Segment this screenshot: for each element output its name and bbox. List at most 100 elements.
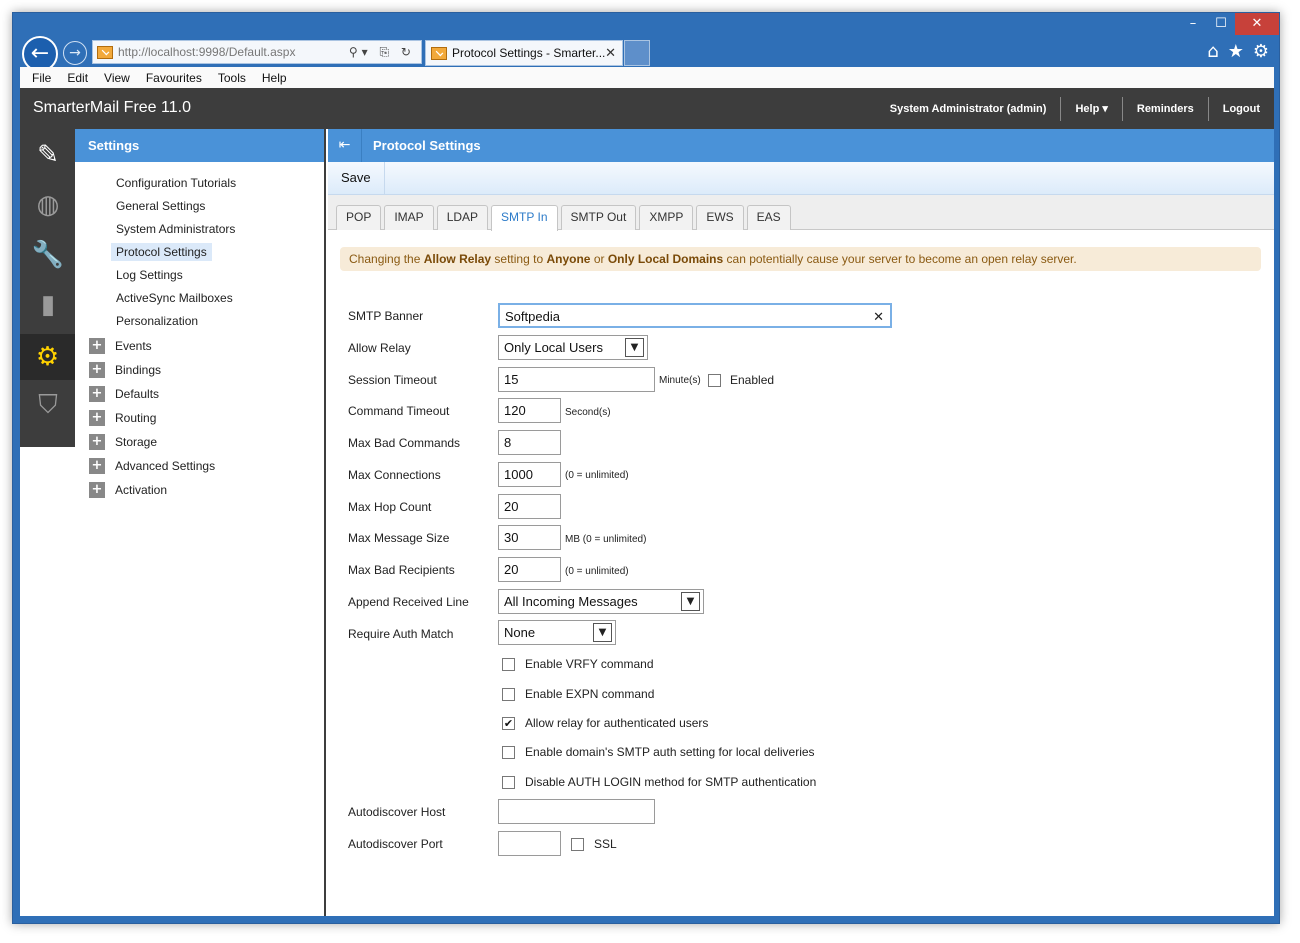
minimize-button[interactable]: – — [1179, 13, 1207, 35]
sidebar-group-activation[interactable]: + Activation — [75, 478, 324, 502]
sidebar-item-system-administrators[interactable]: System Administrators — [75, 219, 324, 242]
expand-plus-icon[interactable]: + — [89, 386, 105, 402]
sidebar-item-label: ActiveSync Mailboxes — [116, 291, 233, 305]
disable-auth-login-checkbox[interactable] — [502, 776, 515, 789]
tab-ews[interactable]: EWS — [696, 205, 744, 230]
sidebar-group-defaults[interactable]: + Defaults — [75, 382, 324, 406]
menu-favourites[interactable]: Favourites — [138, 71, 210, 85]
tab-pop[interactable]: POP — [336, 205, 382, 230]
allow-relay-select[interactable]: Only Local Users ▼ — [498, 335, 648, 360]
sidebar-item-personalization[interactable]: Personalization — [75, 311, 324, 334]
menu-file[interactable]: File — [24, 71, 59, 85]
sidebar-group-routing[interactable]: + Routing — [75, 406, 324, 430]
expn-label: Enable EXPN command — [525, 687, 655, 701]
autodiscover-port-input[interactable] — [498, 831, 561, 856]
address-bar[interactable]: http://localhost:9998/Default.aspx ⚲▾ ⎘ … — [92, 40, 422, 64]
settings-sidebar: Settings Configuration Tutorials General… — [75, 129, 326, 916]
require-auth-match-select[interactable]: None ▼ — [498, 620, 616, 645]
reminders-link[interactable]: Reminders — [1121, 96, 1208, 121]
menu-tools[interactable]: Tools — [210, 71, 254, 85]
command-timeout-input[interactable]: 120 — [498, 398, 561, 423]
browser-tab[interactable]: Protocol Settings - Smarter... ✕ — [425, 40, 623, 66]
wrench-icon[interactable]: 🔧 — [28, 235, 68, 275]
tab-xmpp[interactable]: XMPP — [639, 205, 694, 230]
expand-plus-icon[interactable]: + — [89, 410, 105, 426]
max-bad-recipients-input[interactable]: 20 — [498, 557, 561, 582]
browser-toolbar-icons: ⌂ ★ ⚙ — [1207, 41, 1269, 62]
settings-gears-icon[interactable]: ⚙ — [20, 334, 75, 380]
max-connections-input[interactable]: 1000 — [498, 462, 561, 487]
address-actions-icon[interactable]: ⚲▾ ⎘ ↻ — [349, 45, 421, 60]
sidebar-item-label: System Administrators — [116, 222, 236, 236]
expand-plus-icon[interactable]: + — [89, 338, 105, 354]
allow-relay-auth-checkbox[interactable]: ✔ — [502, 717, 515, 730]
max-bad-recipients-unit: (0 = unlimited) — [565, 566, 629, 577]
sidebar-group-storage[interactable]: + Storage — [75, 430, 324, 454]
relay-warning-banner: Changing the Allow Relay setting to Anyo… — [340, 247, 1261, 271]
autodiscover-port-label: Autodiscover Port — [348, 837, 443, 851]
domain-smtp-auth-checkbox[interactable] — [502, 746, 515, 759]
max-bad-recipients-label: Max Bad Recipients — [348, 563, 455, 577]
autodiscover-host-input[interactable] — [498, 799, 655, 824]
reports-chart-icon[interactable]: ▮ — [28, 285, 68, 325]
sidebar-item-log-settings[interactable]: Log Settings — [75, 265, 324, 288]
sidebar-group-label: Storage — [115, 435, 158, 449]
save-button[interactable]: Save — [328, 162, 385, 194]
sidebar-item-general-settings[interactable]: General Settings — [75, 196, 324, 219]
vrfy-label: Enable VRFY command — [525, 657, 654, 671]
tab-eas[interactable]: EAS — [746, 205, 791, 230]
expand-plus-icon[interactable]: + — [89, 482, 105, 498]
home-icon[interactable]: ⌂ — [1207, 41, 1218, 62]
expn-checkbox[interactable] — [502, 688, 515, 701]
ssl-label: SSL — [594, 837, 617, 851]
address-url[interactable]: http://localhost:9998/Default.aspx — [118, 45, 349, 59]
ssl-checkbox[interactable] — [571, 838, 584, 851]
security-shield-icon[interactable]: ⛉ — [28, 385, 68, 425]
menu-help[interactable]: Help — [254, 71, 295, 85]
tab-smtp-out[interactable]: SMTP Out — [560, 205, 637, 230]
sidebar-item-protocol-settings[interactable]: Protocol Settings — [75, 242, 324, 265]
max-message-size-input[interactable]: 30 — [498, 525, 561, 550]
tab-imap[interactable]: IMAP — [384, 205, 434, 230]
forward-arrow-icon[interactable]: → — [63, 41, 87, 65]
new-tab-button[interactable] — [624, 40, 650, 66]
menu-edit[interactable]: Edit — [59, 71, 96, 85]
tab-close-icon[interactable]: ✕ — [605, 46, 622, 61]
logout-link[interactable]: Logout — [1207, 96, 1274, 121]
tab-smtp-in[interactable]: SMTP In — [491, 205, 558, 231]
settings-gear-icon[interactable]: ⚙ — [1253, 41, 1269, 62]
sidebar-item-label: General Settings — [116, 199, 206, 213]
sidebar-item-configuration-tutorials[interactable]: Configuration Tutorials — [75, 173, 324, 196]
user-name[interactable]: System Administrator (admin) — [876, 97, 1061, 121]
clear-x-icon[interactable]: ✕ — [873, 305, 884, 328]
close-window-button[interactable]: ✕ — [1235, 13, 1279, 35]
append-received-line-select[interactable]: All Incoming Messages ▼ — [498, 589, 704, 614]
sidebar-item-label: Configuration Tutorials — [116, 176, 237, 190]
max-hop-count-input[interactable]: 20 — [498, 494, 561, 519]
sidebar-group-bindings[interactable]: + Bindings — [75, 358, 324, 382]
require-auth-match-label: Require Auth Match — [348, 627, 454, 641]
tab-ldap[interactable]: LDAP — [436, 205, 489, 230]
vrfy-checkbox[interactable] — [502, 658, 515, 671]
collapse-sidebar-icon[interactable]: ⇤ — [328, 129, 362, 162]
compose-icon[interactable]: ✎ — [28, 135, 68, 175]
favorites-star-icon[interactable]: ★ — [1228, 41, 1244, 62]
session-timeout-input[interactable]: 15 — [498, 367, 655, 392]
smtp-banner-input[interactable]: Softpedia ✕ — [498, 303, 892, 328]
expand-plus-icon[interactable]: + — [89, 362, 105, 378]
menu-view[interactable]: View — [96, 71, 138, 85]
sidebar-group-label: Activation — [115, 483, 168, 497]
sidebar-group-events[interactable]: + Events — [75, 334, 324, 358]
app-header: SmarterMail Free 11.0 System Administrat… — [20, 88, 1274, 129]
sidebar-item-activesync-mailboxes[interactable]: ActiveSync Mailboxes — [75, 288, 324, 311]
expand-plus-icon[interactable]: + — [89, 434, 105, 450]
expand-plus-icon[interactable]: + — [89, 458, 105, 474]
sidebar-group-advanced-settings[interactable]: + Advanced Settings — [75, 454, 324, 478]
main-panel: ⇤ Protocol Settings Save POP IMAP LDAP S… — [328, 129, 1274, 916]
session-timeout-enabled-checkbox[interactable] — [708, 374, 721, 387]
help-menu[interactable]: Help ▾ — [1060, 96, 1121, 121]
max-bad-commands-input[interactable]: 8 — [498, 430, 561, 455]
maximize-button[interactable]: ☐ — [1207, 13, 1235, 35]
globe-icon[interactable]: ◍ — [28, 185, 68, 225]
sidebar-header: Settings — [75, 129, 324, 162]
